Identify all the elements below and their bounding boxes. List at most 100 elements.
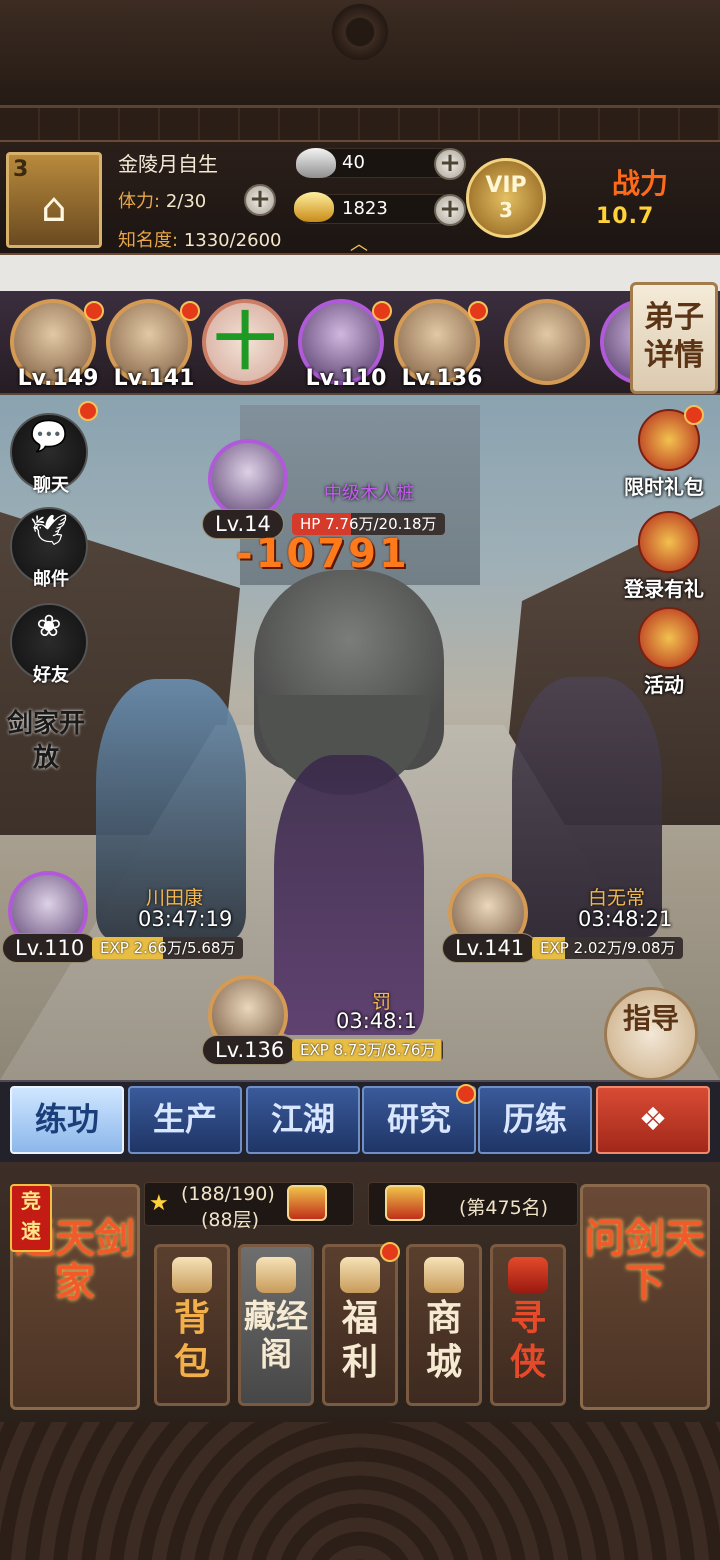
friends-label: 好友 [33,665,69,686]
fame-label: 知名度: [118,230,179,251]
activity-button[interactable]: 活动 [626,607,712,699]
hero-level: Lv.136 [401,366,483,391]
lantern-icon [638,607,700,669]
tower-progress-bar[interactable]: ★ (188/190) (88层) [144,1182,354,1231]
battle-scene: 💬 聊天 🕊 邮件 ❀ 好友 剑家开放 限时礼包 登录有礼 活动 中级木人桩 L… [0,395,720,1080]
chat-button[interactable]: 💬 聊天 [10,413,88,496]
welfare-card[interactable]: 福利 [322,1244,398,1406]
star-icon: ★ [149,1191,169,1216]
unit-name: 川田康 [146,887,204,909]
scripture-pavilion-label: 藏经阁 [243,1297,308,1373]
floor-progress: (88层) [201,1209,260,1231]
hero-strip: Lv.149 Lv.141 十 Lv.110 Lv.136 [0,291,720,395]
unit-level: Lv.110 [2,933,98,963]
gift-box-icon[interactable] [287,1185,327,1221]
rank-bar[interactable]: (第475名) [368,1182,578,1226]
recruit-card[interactable]: 寻侠 [490,1244,566,1406]
notification-dot [380,1242,400,1262]
stamina-stat: 体力: 2/30 [118,187,206,213]
shop-label: 商城 [425,1298,462,1383]
unit-exp-bar: EXP 2.66万/5.68万 [92,937,244,959]
unit-timer: 03:47:19 [138,907,233,931]
stamina-value: 2/30 [165,191,207,212]
bag-icon [172,1257,212,1293]
enemy-portrait[interactable] [208,439,288,519]
treasure-chest-icon [638,511,700,573]
sword-open-button[interactable]: 剑家开放 [6,707,86,787]
unit-timer: 03:48:21 [578,907,673,931]
bottom-panel: 通天剑家 竞速 ★ (188/190) (88层) (第475名) 问剑天下 背… [0,1162,720,1422]
power-value: 10.7 [596,204,655,229]
gift-box-icon[interactable] [385,1185,425,1221]
player-header: 3 ⌂ 金陵月自生 体力: 2/30 + 知名度: 1330/2600 40 +… [0,140,720,255]
backpack-card[interactable]: 背包 [154,1244,230,1406]
speed-badge: 竞速 [10,1184,52,1252]
shop-card[interactable]: 商城 [406,1244,482,1406]
notification-dot [468,301,488,321]
vip-badge[interactable]: VIP 3 [466,158,546,238]
wave-pattern-footer [0,1422,720,1560]
add-gold-button[interactable]: + [434,194,466,226]
chevron-up-icon[interactable]: ︿ [350,230,368,256]
main-tab-bar: 练功 生产 江湖 研究 历练 ❖ [0,1080,720,1162]
gold-value: 1823 [342,198,388,219]
login-gift-label: 登录有礼 [624,577,704,601]
pavilion-icon: ⌂ [41,185,67,231]
disciple-details-button[interactable]: 弟子详情 [630,282,718,394]
hero-level: Lv.141 [113,366,195,391]
coin-box-icon [340,1257,380,1293]
fighter-center[interactable] [274,755,424,1035]
vip-label: VIP [485,173,527,198]
roof-ornament [310,0,410,80]
separator-strip [0,255,720,291]
mail-button[interactable]: 🕊 邮件 [10,507,88,590]
player-avatar[interactable]: 3 ⌂ [6,152,102,248]
roof-eave [0,105,720,140]
hero-level: Lv.149 [17,366,99,391]
rank-value: (第475名) [459,1197,549,1219]
stamina-label: 体力: [118,191,161,212]
vip-level: 3 [499,198,513,222]
power-label: 战力 [612,167,669,200]
player-level: 3 [13,157,29,182]
welfare-label: 福利 [341,1298,378,1383]
tab-practice[interactable]: 练功 [10,1086,124,1154]
damage-number: -10791 [236,531,410,577]
notification-dot [456,1084,476,1104]
unit-level: Lv.141 [442,933,538,963]
sword-ask-label: 问剑天下 [585,1216,705,1306]
notification-dot [372,301,392,321]
speech-bubble-icon: 💬 [30,419,68,454]
roof-banner [0,0,720,140]
guide-button[interactable]: 指导 [604,987,698,1080]
unit-name: 白无常 [588,887,646,909]
notification-dot [684,405,704,425]
fame-stat: 知名度: 1330/2600 [118,226,282,252]
tab-production[interactable]: 生产 [128,1086,242,1154]
sword-ask-card[interactable]: 问剑天下 [580,1184,710,1410]
unit-exp-bar: EXP 2.02万/9.08万 [532,937,684,959]
tab-jianghu[interactable]: 江湖 [246,1086,360,1154]
shop-icon [424,1257,464,1293]
add-silver-button[interactable]: + [434,148,466,180]
add-hero-button[interactable]: 十 [202,299,288,385]
dove-icon: 🕊 [29,513,69,548]
flower-icon: ❀ [36,609,62,644]
unit-exp-bar: EXP 8.73万/8.76万 [292,1039,444,1061]
hero-slot[interactable] [504,299,590,385]
pavilion-icon [256,1257,296,1293]
enemy-name: 中级木人桩 [324,483,414,504]
login-gift-button[interactable]: 登录有礼 [624,511,712,603]
silver-value: 40 [342,152,365,173]
unit-level: Lv.136 [202,1035,298,1065]
tab-more[interactable]: ❖ [596,1086,710,1154]
tab-training[interactable]: 历练 [478,1086,592,1154]
star-progress: (188/190) [181,1183,275,1205]
notification-dot [180,301,200,321]
add-stamina-button[interactable]: + [244,184,276,216]
friends-button[interactable]: ❀ 好友 [10,603,88,686]
notification-dot [78,401,98,421]
hero-level: Lv.110 [305,366,387,391]
scripture-pavilion-card[interactable]: 藏经阁 [238,1244,314,1406]
gold-ingot-icon [294,192,334,222]
